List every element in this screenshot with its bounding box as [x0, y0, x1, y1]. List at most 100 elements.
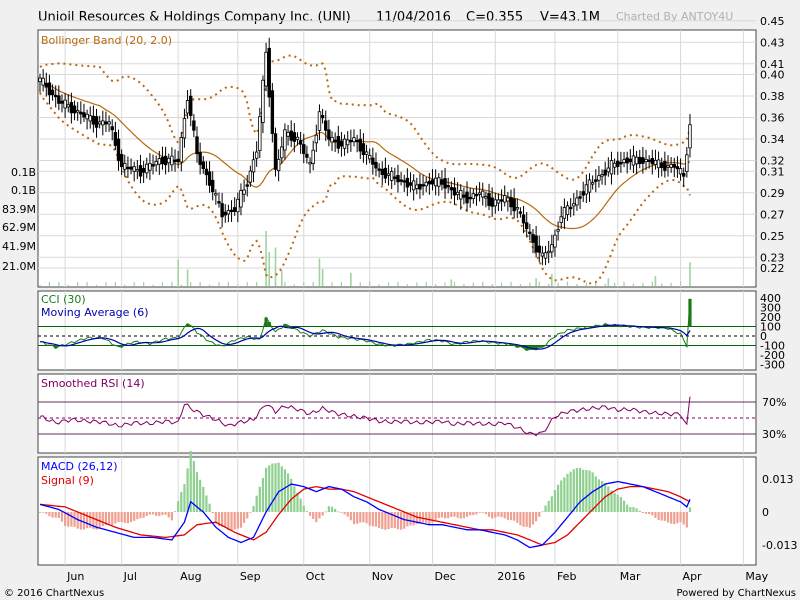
volume-bar [378, 284, 380, 286]
macd-histogram-bar [400, 512, 403, 530]
candle-body [408, 182, 413, 186]
macd-histogram-bar [211, 512, 214, 514]
volume-bar [268, 251, 271, 286]
candle-body [358, 138, 362, 152]
candle-body [546, 250, 551, 254]
candle-body [132, 166, 136, 172]
volume-bar [190, 282, 192, 286]
macd-histogram-bar [277, 462, 280, 512]
volume-bar [369, 281, 371, 286]
macd-histogram-bar [626, 504, 629, 512]
volume-bar [284, 281, 286, 286]
candle-body [82, 112, 86, 118]
candle-body [170, 155, 174, 166]
candle-body [427, 180, 432, 185]
macd-histogram-bar [151, 512, 155, 515]
macd-legend: MACD (26,12) [41, 460, 118, 473]
macd-histogram-bar [478, 512, 481, 513]
macd-histogram-bar [299, 498, 302, 512]
candle-body [512, 198, 516, 212]
macd-histogram-bar [670, 512, 673, 524]
candle-body [594, 179, 598, 182]
price-axis-label: 0.36 [760, 112, 785, 125]
volume-bar [133, 282, 135, 286]
macd-histogram-bar [183, 484, 186, 512]
volume-bar [491, 284, 493, 286]
macd-histogram-bar [387, 512, 390, 529]
candle-body [449, 187, 454, 191]
candle-body [625, 157, 629, 164]
macd-histogram-bar [208, 503, 211, 512]
candle-body [377, 168, 381, 171]
candle-body [459, 190, 463, 200]
macd-histogram-bar [685, 512, 688, 528]
candle-body [223, 211, 227, 216]
volume-bar [435, 284, 437, 286]
candle-body [556, 229, 560, 232]
volume-bar [642, 282, 644, 286]
macd-histogram-bar [500, 512, 503, 518]
volume-bar [77, 282, 79, 286]
candle-body [553, 234, 557, 248]
candle-body [641, 157, 645, 164]
macd-histogram-bar [202, 486, 205, 512]
macd-histogram-bar [538, 512, 541, 517]
candle-body [437, 177, 441, 187]
candle-body [54, 94, 58, 98]
volume-bar [86, 281, 88, 286]
volume-bar [679, 281, 682, 286]
macd-histogram-bar [139, 512, 142, 519]
macd-histogram-bar [258, 486, 261, 512]
candle-body [565, 205, 570, 215]
volume-bar [585, 282, 587, 286]
x-axis-label: Feb [557, 570, 576, 583]
volume-bar [114, 281, 116, 286]
candle-body [600, 174, 604, 177]
x-axis-label: Nov [372, 570, 394, 583]
macd-histogram-bar [343, 512, 346, 515]
candle-body [97, 121, 102, 125]
volume-bar [48, 282, 51, 286]
macd-histogram-bar [569, 471, 572, 512]
macd-histogram-bar [42, 512, 45, 513]
volume-bar [199, 281, 201, 286]
candle-body [399, 179, 403, 182]
candle-body [515, 207, 519, 210]
candle-body [302, 144, 306, 155]
candle-body [157, 158, 162, 165]
candle-body [468, 196, 472, 200]
macd-histogram-bar [607, 486, 610, 512]
candle-body [612, 162, 617, 168]
macd-histogram-bar [64, 512, 67, 526]
volume-bar [425, 281, 427, 286]
x-axis-label: May [745, 570, 768, 583]
macd-histogram-bar [638, 510, 641, 512]
candle-body [452, 187, 457, 196]
candle-body [135, 169, 140, 172]
macd-histogram-bar [472, 512, 475, 516]
macd-histogram-bar [629, 507, 632, 512]
candle-body [298, 140, 303, 145]
macd-histogram-bar [528, 512, 531, 528]
price-axis-label: 0.29 [760, 187, 785, 200]
volume-bar [359, 282, 361, 286]
candle-body [192, 120, 196, 131]
macd-histogram-bar [531, 512, 535, 525]
candle-body [79, 111, 83, 115]
macd-histogram-bar [359, 512, 362, 523]
candle-body [638, 156, 642, 165]
candle-body [622, 159, 626, 164]
candle-body [603, 169, 607, 176]
volume-axis-label: 0.1B [11, 184, 36, 197]
macd-histogram-bar [550, 496, 553, 512]
macd-histogram-bar [255, 495, 258, 512]
candle-body [107, 121, 111, 125]
volume-bar [350, 284, 352, 286]
macd-histogram-bar [352, 512, 356, 525]
volume-bar [557, 282, 559, 286]
candle-body [543, 252, 548, 259]
candle-body [295, 136, 300, 140]
macd-histogram-bar [676, 512, 679, 524]
volume-bar [67, 284, 69, 286]
candle-body [650, 158, 654, 165]
